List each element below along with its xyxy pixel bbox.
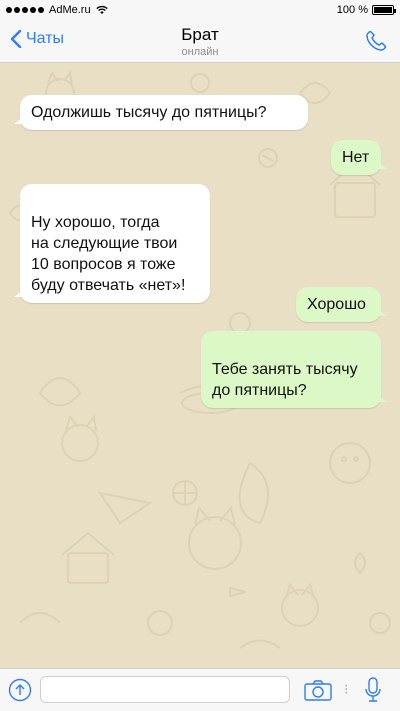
chat-header: Чаты Брат онлайн [0, 22, 400, 63]
contact-name: Брат [181, 25, 219, 44]
status-right: 100 % [336, 4, 396, 16]
message-outgoing[interactable]: Тебе занять тысячу до пятницы? [201, 331, 387, 408]
upload-icon[interactable] [8, 678, 32, 702]
battery-percent: 100 % [336, 4, 368, 16]
phone-icon[interactable] [364, 29, 388, 53]
message-input[interactable] [40, 676, 290, 703]
contact-status: онлайн [181, 46, 219, 58]
microphone-icon[interactable] [364, 677, 382, 703]
message-text: Тебе занять тысячу до пятницы? [212, 361, 358, 399]
status-bar: AdMe.ru 100 % [0, 0, 400, 22]
back-chevron-icon [10, 30, 22, 48]
message-outgoing[interactable]: Нет [331, 140, 387, 175]
message-text: Ну хорошо, тогда на следующие твои 10 во… [31, 214, 186, 294]
message-text: Хорошо [307, 296, 366, 313]
message-incoming[interactable]: Ну хорошо, тогда на следующие твои 10 во… [14, 184, 210, 303]
message-text: Нет [342, 149, 370, 166]
back-label: Чаты [26, 30, 65, 47]
back-button[interactable]: Чаты [10, 30, 64, 48]
contact-info[interactable]: Брат онлайн [120, 25, 280, 58]
status-left: AdMe.ru [6, 4, 108, 16]
message-outgoing[interactable]: Хорошо [296, 287, 387, 322]
camera-icon[interactable] [304, 679, 332, 701]
chat-area[interactable]: Одолжишь тысячу до пятницы? Нет Ну хорош… [0, 63, 400, 668]
message-text: Одолжишь тысячу до пятницы? [31, 104, 267, 121]
carrier-name: AdMe.ru [49, 4, 91, 16]
message-input-bar: ⁝ [0, 668, 400, 711]
wifi-icon [95, 5, 108, 14]
message-incoming[interactable]: Одолжишь тысячу до пятницы? [14, 95, 308, 130]
signal-icon [6, 7, 44, 13]
battery-icon [372, 5, 396, 15]
divider-dots: ⁝ [344, 681, 349, 697]
